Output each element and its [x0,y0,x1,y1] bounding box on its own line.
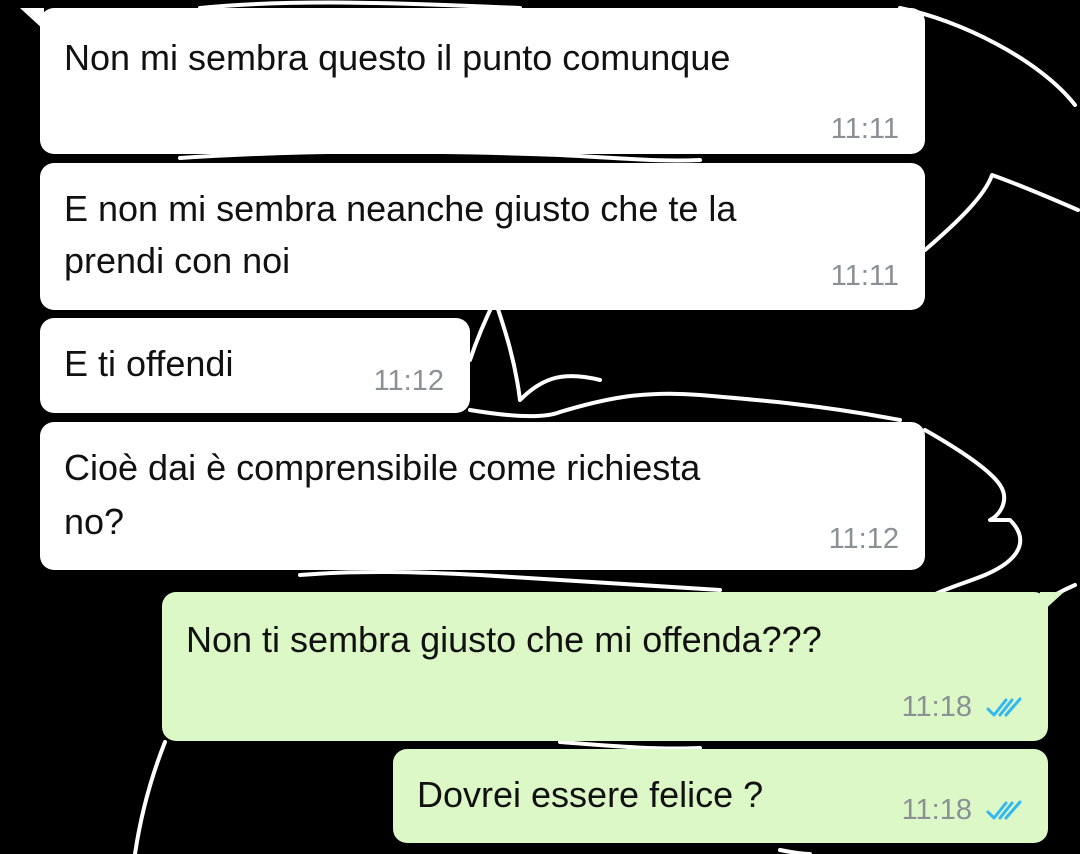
read-double-check-icon [986,697,1022,717]
message-timestamp: 11:18 [901,794,972,826]
message-timestamp: 11:11 [830,260,899,292]
message-text: no? [64,501,125,542]
message-text: Non ti sembra giusto che mi offenda??? [186,619,822,660]
message-bubble-incoming[interactable]: E non mi sembra neanche giusto che te la… [40,163,925,310]
message-bubble-outgoing[interactable]: Dovrei essere felice ? 11:18 [393,749,1048,843]
message-bubble-incoming[interactable]: Non mi sembra questo il punto comunque 1… [40,8,925,154]
message-text: Dovrei essere felice ? [417,774,764,815]
message-timestamp: 11:12 [828,523,899,555]
message-text: Cioè dai è comprensibile come richiesta [64,447,701,488]
message-timestamp: 11:12 [373,365,444,397]
message-text: E non mi sembra neanche giusto che te la [64,188,737,229]
message-bubble-incoming[interactable]: Cioè dai è comprensibile come richiesta … [40,422,925,570]
message-text: Non mi sembra questo il punto comunque [64,37,731,78]
message-bubble-incoming[interactable]: E ti offendi 11:12 [40,318,470,413]
message-text: prendi con noi [64,240,291,281]
message-timestamp: 11:11 [830,113,899,145]
message-text: E ti offendi [64,343,234,384]
message-timestamp: 11:18 [901,691,972,723]
message-bubble-outgoing[interactable]: Non ti sembra giusto che mi offenda??? 1… [162,592,1048,741]
read-double-check-icon [986,800,1022,820]
